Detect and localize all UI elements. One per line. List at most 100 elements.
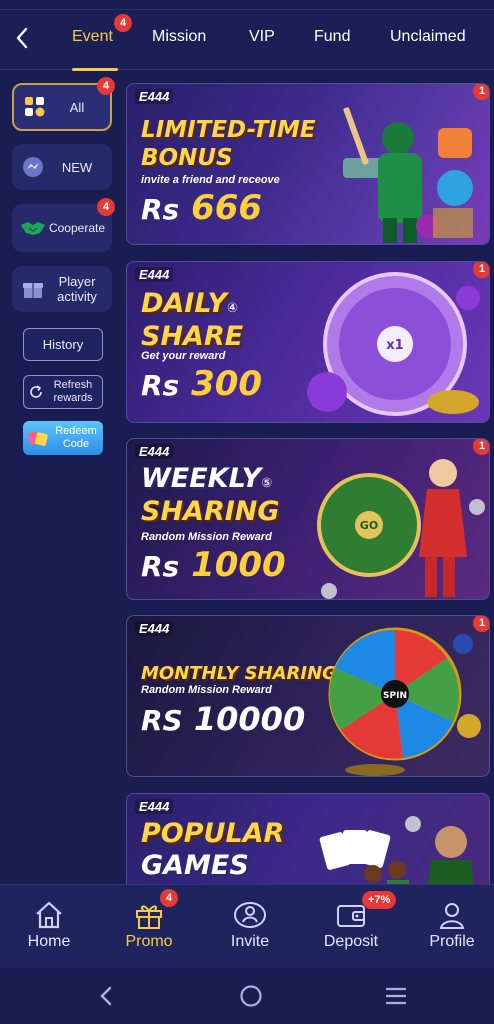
amount-value: 1000 bbox=[191, 545, 286, 585]
banner-title-line2: SHARING bbox=[141, 496, 280, 527]
banner-title-line1: POPULAR bbox=[141, 818, 285, 849]
sidebar-cooperate-badge: 4 bbox=[97, 198, 115, 216]
prize-wheel-illustration: x1 bbox=[307, 272, 480, 416]
banner-badge: 1 bbox=[473, 84, 489, 100]
svg-text:SPIN: SPIN bbox=[383, 691, 407, 701]
redeem-gift-icon bbox=[28, 431, 48, 446]
brand-logo: E444 bbox=[135, 444, 174, 459]
nav-home[interactable]: Home bbox=[0, 885, 98, 969]
promo-banner-monthly-sharing[interactable]: E444 MONTHLY SHARING Random Mission Rewa… bbox=[126, 615, 490, 777]
nav-label: Deposit bbox=[323, 933, 379, 950]
brand-logo: E444 bbox=[135, 89, 174, 104]
home-icon bbox=[32, 899, 66, 931]
grid-icon bbox=[22, 94, 48, 120]
tab-event[interactable]: Event bbox=[72, 28, 113, 46]
banner-title: DAILY④ SHARE bbox=[141, 290, 243, 351]
nav-promo-badge: 4 bbox=[160, 889, 178, 907]
promo-banner-weekly-sharing[interactable]: E444 WEEKLY⑤ SHARING Random Mission Rewa… bbox=[126, 438, 490, 600]
tab-event-label: Event bbox=[72, 28, 113, 45]
sidebar-item-all[interactable]: All bbox=[12, 83, 112, 131]
banner-title-line1: WEEKLY bbox=[141, 463, 262, 494]
banner-title-line2: GAMES bbox=[141, 850, 249, 881]
sidebar-item-cooperate[interactable]: Cooperate bbox=[12, 204, 112, 252]
nav-label: Profile bbox=[429, 933, 475, 950]
sidebar-item-new[interactable]: NEW bbox=[12, 144, 112, 190]
tab-fund[interactable]: Fund bbox=[314, 28, 350, 46]
system-menu-icon bbox=[386, 987, 406, 1005]
banner-badge: 1 bbox=[473, 616, 489, 632]
amount-prefix: Rs bbox=[141, 193, 180, 226]
handshake-icon bbox=[20, 215, 46, 241]
banner-title-sup: ④ bbox=[226, 301, 238, 316]
brand-logo: E444 bbox=[135, 799, 174, 814]
gift-box-icon bbox=[20, 276, 46, 302]
sidebar-item-label: Player activity bbox=[57, 274, 97, 304]
nav-profile[interactable]: Profile bbox=[403, 885, 494, 969]
banner-title-line1: LIMITED-TIME bbox=[141, 117, 316, 143]
tab-event-badge: 4 bbox=[114, 14, 132, 32]
invite-people-icon bbox=[233, 899, 267, 931]
bottom-navigation: Home Promo 4 Invite Deposit +7% Profile bbox=[0, 884, 494, 968]
system-home-icon bbox=[240, 985, 262, 1007]
cricket-player-illustration bbox=[343, 107, 473, 243]
sidebar-item-label: Cooperate bbox=[48, 220, 106, 235]
system-back-button[interactable] bbox=[90, 980, 122, 1012]
refresh-icon bbox=[30, 385, 42, 398]
amount-prefix: Rs bbox=[141, 550, 180, 583]
banner-badge: 1 bbox=[473, 439, 489, 455]
nav-label: Invite bbox=[230, 933, 270, 950]
nav-invite[interactable]: Invite bbox=[201, 885, 299, 969]
system-navigation-bar bbox=[0, 968, 494, 1024]
system-recents-button[interactable] bbox=[380, 980, 412, 1012]
chevron-left-icon bbox=[16, 27, 28, 49]
tab-mission[interactable]: Mission bbox=[152, 28, 206, 46]
banner-title-line2: SHARE bbox=[141, 321, 244, 352]
messenger-icon bbox=[20, 154, 46, 180]
banner-amount: RS 10000 bbox=[141, 700, 305, 738]
system-back-icon bbox=[100, 986, 112, 1006]
profile-icon bbox=[435, 899, 469, 931]
status-strip bbox=[0, 0, 494, 10]
promo-banner-daily-share[interactable]: E444 DAILY④ SHARE Get your reward Rs 300… bbox=[126, 261, 490, 423]
tab-vip[interactable]: VIP bbox=[249, 28, 275, 46]
amount-value: 10000 bbox=[193, 700, 306, 738]
sidebar-item-player-activity[interactable]: Player activity bbox=[12, 266, 112, 312]
gift-icon bbox=[132, 899, 166, 931]
banner-title: POPULAR GAMES bbox=[141, 818, 284, 882]
banner-title: WEEKLY⑤ SHARING bbox=[141, 465, 280, 526]
green-wheel-and-hostess-illustration: GO bbox=[317, 459, 485, 599]
history-button[interactable]: History bbox=[23, 328, 103, 361]
amount-value: 666 bbox=[191, 188, 263, 228]
sidebar-item-label: All bbox=[69, 99, 85, 115]
top-tab-bar: Event 4 Mission VIP Fund Unclaimed bbox=[0, 10, 494, 71]
banner-amount: Rs 666 bbox=[141, 188, 262, 228]
redeem-code-label: Redeem Code bbox=[55, 425, 97, 450]
banner-amount: Rs 300 bbox=[141, 364, 262, 404]
banner-subtitle: Random Mission Reward bbox=[141, 531, 272, 543]
brand-logo: E444 bbox=[135, 267, 174, 282]
svg-text:GO: GO bbox=[360, 519, 378, 532]
amount-prefix: Rs bbox=[141, 369, 180, 402]
brand-logo: E444 bbox=[135, 621, 174, 636]
nav-label: Home bbox=[27, 933, 71, 950]
banner-badge: 1 bbox=[473, 262, 489, 278]
tab-unclaimed[interactable]: Unclaimed bbox=[390, 28, 466, 46]
refresh-rewards-button[interactable]: Refresh rewards bbox=[23, 375, 103, 409]
banner-subtitle: invite a friend and receove bbox=[141, 174, 280, 186]
sidebar-item-label: NEW bbox=[61, 159, 93, 175]
active-tab-underline bbox=[72, 68, 118, 71]
banner-title-line1: DAILY bbox=[141, 288, 227, 319]
banner-title: LIMITED-TIME BONUS bbox=[141, 116, 316, 172]
back-button[interactable] bbox=[8, 24, 36, 52]
nav-deposit-badge: +7% bbox=[362, 891, 397, 909]
banner-title-sup: ⑤ bbox=[261, 476, 273, 491]
color-prize-wheel-illustration: SPIN bbox=[328, 627, 481, 776]
system-home-button[interactable] bbox=[235, 980, 267, 1012]
redeem-code-button[interactable]: Redeem Code bbox=[23, 421, 103, 455]
nav-promo[interactable]: Promo bbox=[100, 885, 198, 969]
promo-banner-limited-time-bonus[interactable]: E444 LIMITED-TIME BONUS invite a friend … bbox=[126, 83, 490, 245]
banner-subtitle: Random Mission Reward bbox=[141, 684, 272, 696]
sidebar-all-badge: 4 bbox=[97, 77, 115, 95]
banner-subtitle: Get your reward bbox=[141, 350, 226, 362]
nav-label: Promo bbox=[125, 933, 173, 950]
